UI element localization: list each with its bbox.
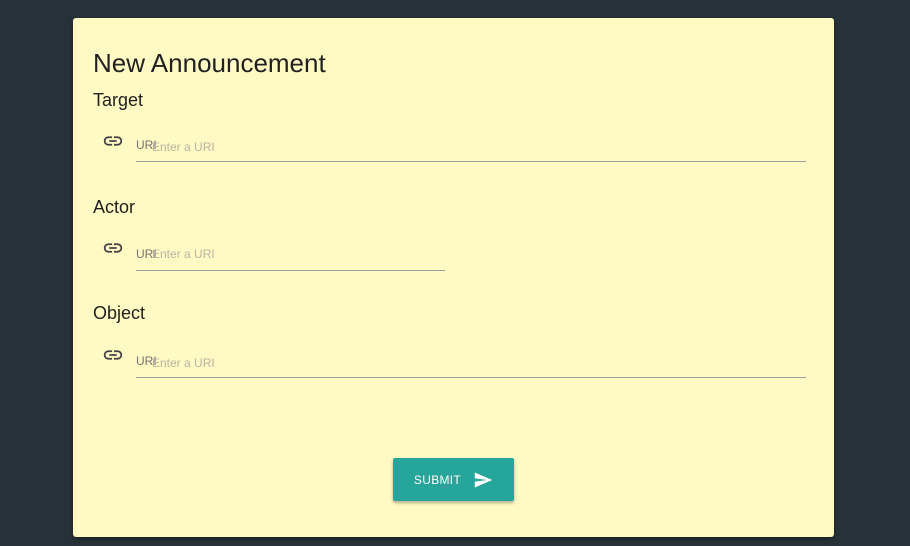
object-uri-field: URI [136,351,806,378]
object-section-label: Object [93,303,146,323]
target-uri-input[interactable] [136,135,806,159]
submit-button[interactable]: SUBMIT [393,458,514,501]
actor-uri-field: URI [136,242,445,271]
actor-uri-input[interactable] [136,242,445,266]
target-section-label: Target [93,90,144,110]
link-icon [103,136,123,146]
send-icon [474,471,493,488]
announcement-form-card: New Announcement Target URI Actor URI Ob… [73,18,834,537]
object-uri-input[interactable] [136,351,806,375]
submit-button-label: SUBMIT [413,472,462,487]
form-title: New Announcement [93,48,326,78]
link-icon [103,350,123,360]
link-icon [103,243,123,253]
actor-section-label: Actor [93,197,136,217]
target-uri-field: URI [136,135,806,162]
